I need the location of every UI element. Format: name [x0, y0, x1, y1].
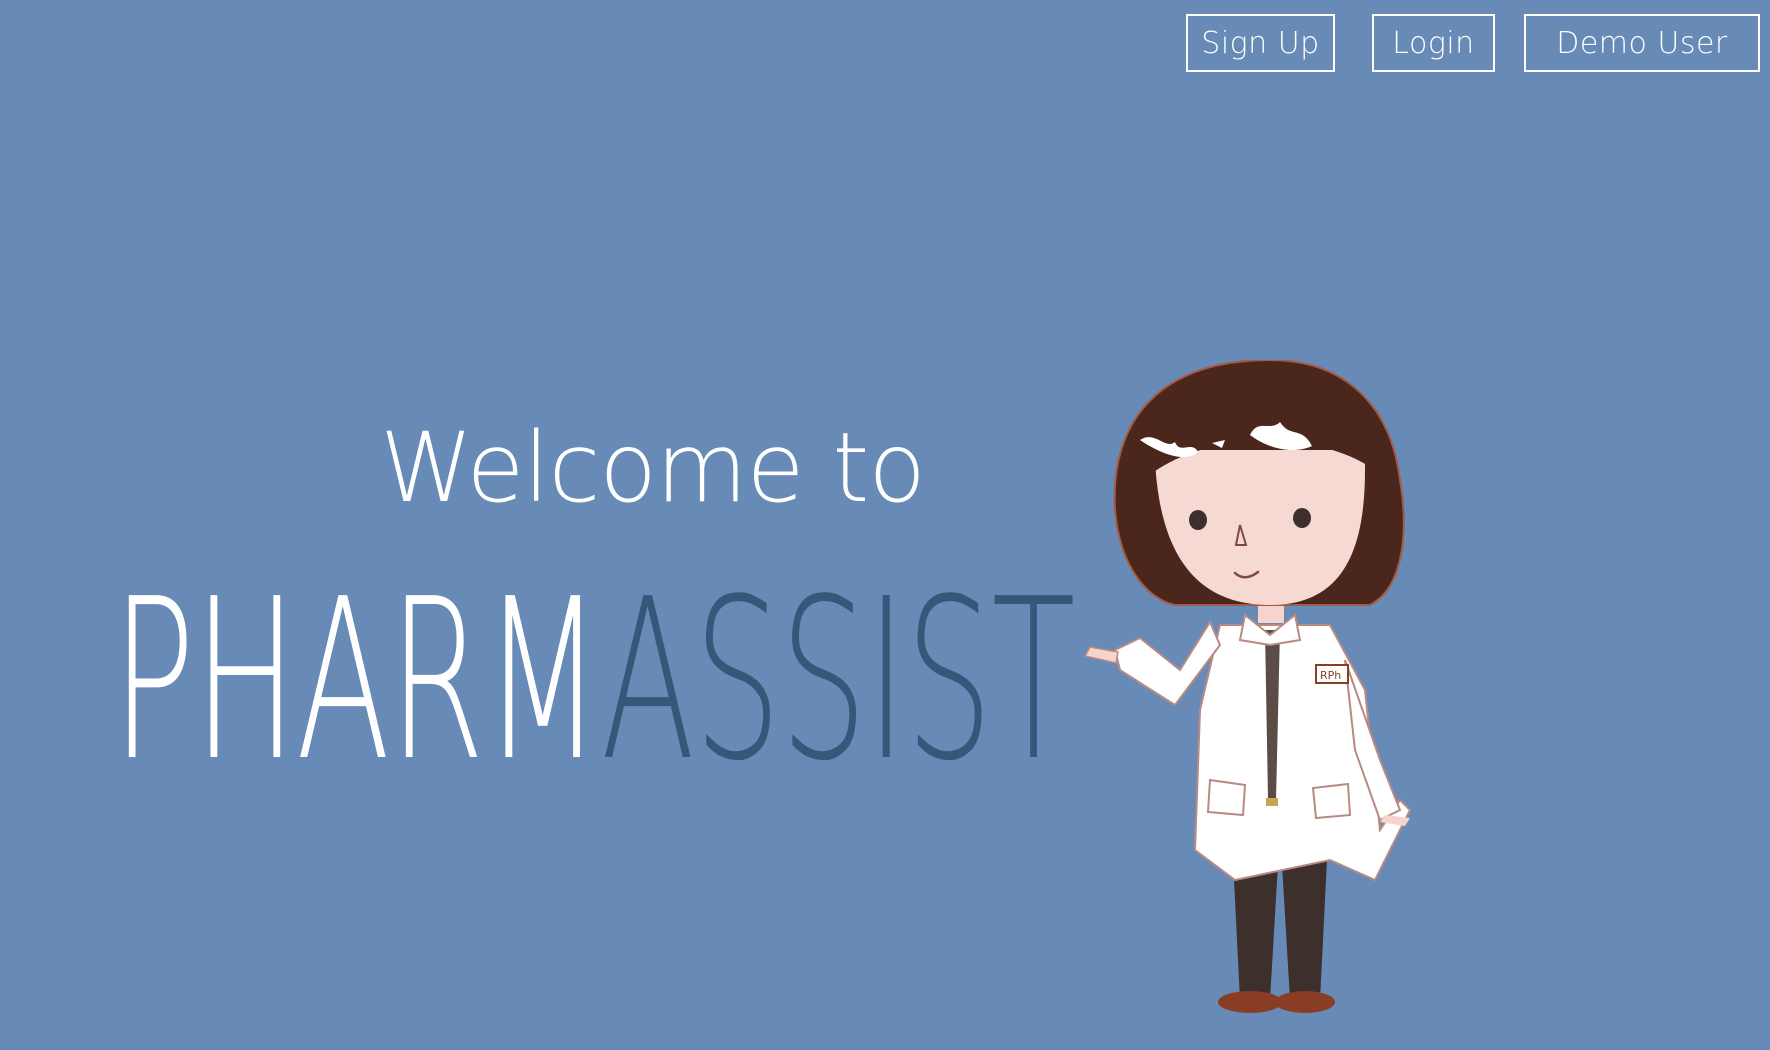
login-button[interactable]: Login: [1372, 14, 1495, 72]
sign-up-button[interactable]: Sign Up: [1186, 14, 1335, 72]
brand-logo: PHARMASSIST: [112, 570, 1076, 792]
svg-text:RPh: RPh: [1320, 669, 1341, 682]
welcome-heading: Welcome to: [380, 412, 926, 524]
top-nav: Sign Up Login Demo User: [0, 14, 1770, 76]
brand-part-assist: ASSIST: [600, 552, 1076, 810]
demo-user-button[interactable]: Demo User: [1524, 14, 1760, 72]
brand-part-pharm: PHARM: [112, 552, 602, 810]
pharmacist-illustration: RPh: [1083, 360, 1412, 1013]
